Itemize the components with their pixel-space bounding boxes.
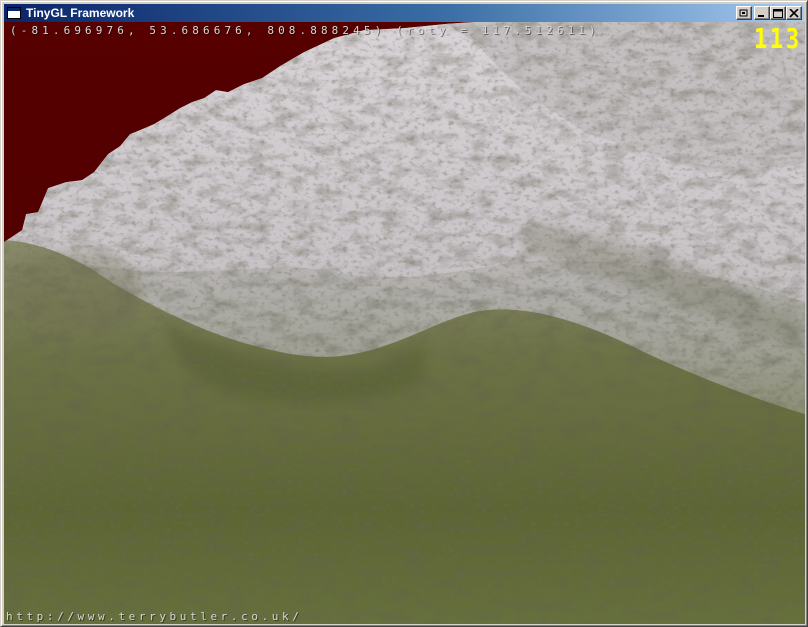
camera-coords-readout: (-81.696976, 53.686676, 808.888245) (rot…: [10, 24, 600, 37]
close-icon: [789, 9, 799, 18]
window-title: TinyGL Framework: [26, 6, 135, 20]
maximize-button[interactable]: [770, 6, 786, 20]
fps-counter: 113: [754, 22, 802, 55]
restore-icon: [739, 9, 748, 17]
author-url: http://www.terrybutler.co.uk/: [6, 610, 303, 623]
maximize-icon: [773, 9, 783, 18]
restore-button[interactable]: [736, 6, 752, 20]
minimize-icon: [758, 15, 764, 17]
app-window: TinyGL Framework (-81.696976, 53.686676,…: [0, 0, 808, 627]
title-bar[interactable]: TinyGL Framework: [4, 4, 804, 22]
window-icon: [7, 7, 21, 19]
terrain-scene: [4, 22, 805, 624]
close-button[interactable]: [786, 6, 802, 20]
render-viewport[interactable]: (-81.696976, 53.686676, 808.888245) (rot…: [4, 22, 805, 624]
minimize-button[interactable]: [754, 6, 770, 20]
